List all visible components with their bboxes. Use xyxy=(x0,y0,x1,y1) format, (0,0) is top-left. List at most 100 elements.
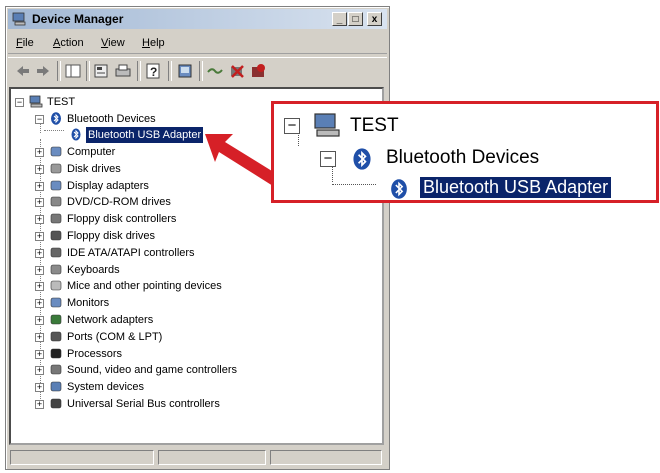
processor-icon xyxy=(50,348,62,358)
network-adapter-icon xyxy=(50,314,62,325)
tree-node-label: Bluetooth Devices xyxy=(67,113,156,125)
menu-view[interactable]: View xyxy=(101,37,125,49)
computer-icon xyxy=(50,146,62,157)
close-button[interactable]: x xyxy=(367,12,382,26)
expand-toggle[interactable]: + xyxy=(35,265,44,275)
expand-toggle[interactable]: + xyxy=(35,282,44,292)
tree-node-label: Computer xyxy=(67,146,116,158)
bluetooth-icon xyxy=(71,128,81,141)
port-icon xyxy=(50,331,62,342)
status-pane xyxy=(270,450,382,465)
floppy-controller-icon xyxy=(50,213,62,224)
system-device-icon xyxy=(50,381,62,392)
scan-hardware-icon[interactable] xyxy=(176,62,194,80)
toolbar: ? xyxy=(8,57,387,84)
expand-toggle[interactable]: + xyxy=(35,198,44,208)
expand-toggle[interactable]: + xyxy=(35,248,44,258)
show-hide-tree-icon[interactable] xyxy=(64,62,82,80)
tree-connector xyxy=(44,130,64,131)
menu-file[interactable]: File xyxy=(16,37,34,49)
help-icon[interactable]: ? xyxy=(144,62,162,80)
usb-icon xyxy=(50,398,62,409)
tree-node-label: Floppy disk controllers xyxy=(67,213,177,226)
expand-toggle[interactable]: + xyxy=(35,316,44,325)
expand-toggle[interactable]: + xyxy=(35,181,44,191)
svg-text:?: ? xyxy=(150,65,157,79)
toolbar-separator xyxy=(57,61,61,81)
properties-icon[interactable] xyxy=(92,62,110,80)
tree-root-label: TEST xyxy=(47,96,76,108)
tree-node-label: Universal Serial Bus controllers xyxy=(67,398,220,410)
tree-node-label: Ports (COM & LPT) xyxy=(67,330,163,343)
expand-toggle[interactable]: + xyxy=(35,383,44,393)
expand-toggle[interactable]: + xyxy=(35,164,44,174)
device-manager-window: Device Manager _ □ x File Action View He… xyxy=(5,6,390,470)
bluetooth-icon xyxy=(51,112,61,125)
bluetooth-icon xyxy=(353,148,371,170)
menu-view-label: iew xyxy=(108,37,125,49)
cdrom-icon xyxy=(50,197,62,207)
status-bar xyxy=(8,449,387,467)
disk-drive-icon xyxy=(50,163,62,174)
sound-icon xyxy=(50,365,62,375)
tree-node-label: Keyboards xyxy=(67,263,120,276)
tree-node-label: Floppy disk drives xyxy=(67,230,156,242)
expand-toggle[interactable]: + xyxy=(35,332,44,342)
toolbar-separator xyxy=(86,61,90,81)
expand-toggle[interactable]: + xyxy=(35,148,44,157)
collapse-toggle: − xyxy=(284,118,300,134)
menu-help-label: elp xyxy=(149,37,165,49)
print-icon[interactable] xyxy=(114,62,132,80)
keyboard-icon xyxy=(50,264,62,274)
uninstall-icon[interactable] xyxy=(228,62,246,80)
menu-file-mnemonic: F xyxy=(16,37,23,49)
expand-toggle[interactable]: + xyxy=(35,366,44,376)
collapse-toggle: − xyxy=(320,151,336,167)
tree-node-label: Monitors xyxy=(67,297,110,310)
expand-toggle[interactable]: + xyxy=(35,215,44,225)
title-bar[interactable]: Device Manager _ □ x xyxy=(8,9,387,29)
expand-toggle[interactable]: + xyxy=(35,232,44,241)
tree-node-label: Display adapters xyxy=(67,179,149,192)
back-arrow-icon[interactable] xyxy=(14,62,32,80)
device-manager-icon xyxy=(12,12,26,26)
floppy-drive-icon xyxy=(50,230,62,241)
menu-help-mnemonic: H xyxy=(142,37,150,49)
expand-toggle[interactable]: + xyxy=(35,299,44,309)
collapse-toggle[interactable]: − xyxy=(15,98,24,107)
status-pane xyxy=(158,450,266,465)
menu-action[interactable]: Action xyxy=(53,37,84,49)
monitor-icon xyxy=(50,297,62,308)
menu-action-label: ction xyxy=(60,37,84,49)
mouse-icon xyxy=(50,281,62,291)
tree-node-label: DVD/CD-ROM drives xyxy=(67,196,171,209)
tree-connector xyxy=(332,184,376,185)
collapse-toggle[interactable]: − xyxy=(35,115,44,124)
tree-node-label: Disk drives xyxy=(67,162,121,175)
toolbar-separator xyxy=(168,61,172,81)
disable-icon[interactable] xyxy=(249,62,267,80)
tree-node-label: Sound, video and game controllers xyxy=(67,364,237,377)
tree-node-label: Mice and other pointing devices xyxy=(67,280,222,293)
zoom-adapter-label: Bluetooth USB Adapter xyxy=(420,177,612,198)
selected-device-label: Bluetooth USB Adapter xyxy=(86,127,204,143)
tree-node-label: System devices xyxy=(67,381,145,394)
display-adapter-icon xyxy=(50,180,62,190)
maximize-button[interactable]: □ xyxy=(348,12,363,26)
status-pane xyxy=(10,450,154,465)
window-title: Device Manager xyxy=(32,12,124,26)
forward-arrow-icon[interactable] xyxy=(34,62,52,80)
expand-toggle[interactable]: + xyxy=(35,400,44,409)
zoom-bluetooth-label: Bluetooth Devices xyxy=(386,147,540,168)
zoom-root-label: TEST xyxy=(350,115,399,136)
tree-node-label: Processors xyxy=(67,347,123,360)
tree-node-label: IDE ATA/ATAPI controllers xyxy=(67,246,195,259)
update-driver-icon[interactable] xyxy=(206,62,224,80)
minimize-button[interactable]: _ xyxy=(332,12,347,26)
menu-bar: File Action View Help xyxy=(8,33,387,54)
menu-help[interactable]: Help xyxy=(142,37,165,49)
zoom-callout: − TEST − Bluetooth Devices Bluetooth USB… xyxy=(271,101,659,203)
toolbar-separator xyxy=(199,61,203,81)
expand-toggle[interactable]: + xyxy=(35,349,44,359)
computer-icon xyxy=(314,113,340,137)
